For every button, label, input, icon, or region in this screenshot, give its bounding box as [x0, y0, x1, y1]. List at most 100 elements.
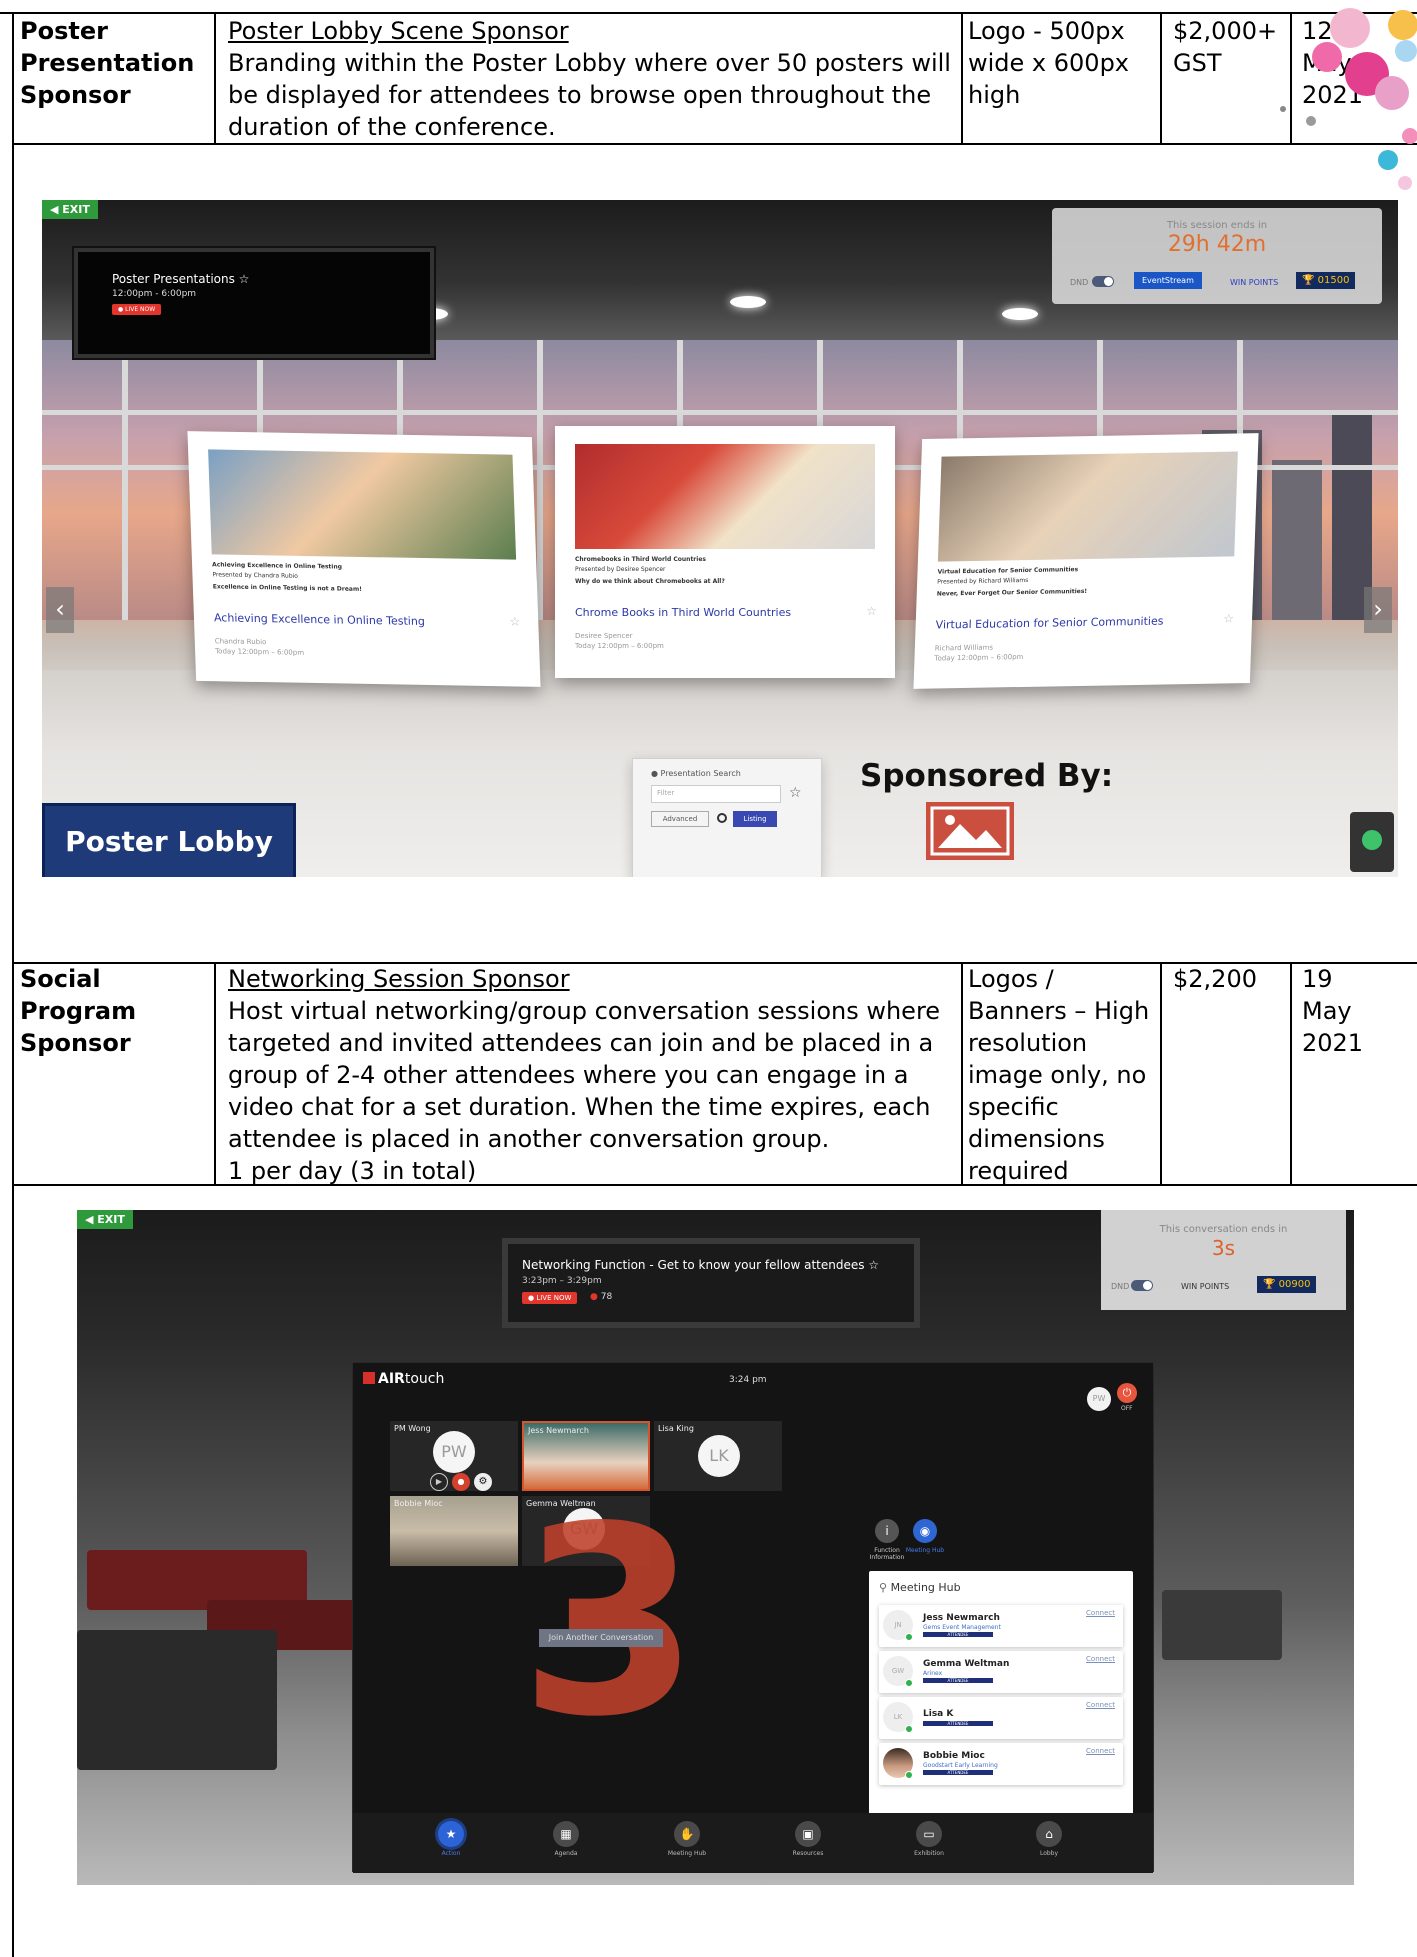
listing-button[interactable]: Listing	[733, 811, 777, 827]
settings-gear-icon[interactable]: ⚙	[474, 1473, 492, 1491]
meeting-hub-tab[interactable]: Meeting Hub	[902, 1547, 948, 1554]
video-tile[interactable]: Bobbie Mioc	[390, 1496, 518, 1566]
favorite-star-icon[interactable]: ☆	[509, 614, 520, 628]
bottom-nav: ★ Action ▦ Agenda ✋ Meeting Hub ▣ Resour…	[353, 1813, 1153, 1873]
row-item-social: Social Program Sponsor	[20, 965, 137, 1057]
win-points-label: WIN POINTS	[1181, 1282, 1230, 1291]
info-icon[interactable]: i	[875, 1519, 899, 1543]
user-avatar[interactable]: PW	[1087, 1387, 1111, 1411]
connect-link[interactable]: Connect	[1086, 1701, 1115, 1709]
power-button[interactable]	[1350, 812, 1394, 872]
favorite-star-icon[interactable]: ☆	[1223, 611, 1234, 625]
person-role-badge: ATTENDEE	[923, 1632, 993, 1637]
favorite-star-icon[interactable]: ☆	[789, 785, 802, 801]
participant-avatar: PW	[433, 1431, 475, 1473]
airtouch-logo: AIRtouch	[363, 1371, 444, 1387]
previous-arrow-icon[interactable]: ‹	[46, 587, 74, 633]
star-icon: ★	[438, 1821, 464, 1847]
camera-icon[interactable]: ▶	[430, 1473, 448, 1491]
microphone-icon[interactable]: ●	[452, 1473, 470, 1491]
person-role-badge: ATTENDEE	[923, 1678, 993, 1683]
advanced-button[interactable]: Advanced	[651, 811, 709, 827]
poster-card[interactable]: Chromebooks in Third World Countries Pre…	[555, 426, 895, 678]
person-name: Bobbie Mioc	[923, 1751, 985, 1761]
dnd-toggle[interactable]	[1092, 276, 1114, 287]
sponsored-by-label: Sponsored By:	[860, 758, 1114, 794]
sofa	[77, 1630, 277, 1770]
online-status-icon	[905, 1771, 913, 1779]
poster-presenter: Presented by Desiree Spencer	[575, 566, 666, 573]
exit-button[interactable]: ◀ EXIT	[42, 200, 98, 219]
poster-presentations-screen[interactable]: Poster Presentations ☆ 12:00pm - 6:00pm …	[74, 248, 434, 358]
presentation-search-kiosk: ● Presentation Search Filter ☆ Advanced …	[632, 758, 822, 877]
poster-title: Chrome Books in Third World Countries	[575, 606, 792, 619]
table-rule	[961, 12, 963, 143]
poster-card[interactable]: Achieving Excellence in Online Testing P…	[187, 431, 541, 687]
row-specs-poster: Logo - 500px wide x 600px high	[968, 17, 1130, 109]
nav-meeting-hub[interactable]: ✋ Meeting Hub	[657, 1821, 717, 1857]
eventstream-button[interactable]: EventStream	[1134, 272, 1202, 289]
people-icon[interactable]: ◉	[913, 1519, 937, 1543]
row-body-poster: Branding within the Poster Lobby where o…	[228, 49, 951, 141]
online-status-icon	[905, 1725, 913, 1733]
join-another-conversation-button[interactable]: Join Another Conversation	[539, 1629, 663, 1647]
screen-time: 3:23pm – 3:29pm	[522, 1276, 602, 1286]
participant-name: Jess Newmarch	[528, 1426, 589, 1435]
row-description-social: Networking Session Sponsor Host virtual …	[228, 963, 956, 1187]
nav-action[interactable]: ★ Action	[421, 1821, 481, 1857]
person-org: Gems Event Management	[923, 1624, 1001, 1631]
nav-resources[interactable]: ▣ Resources	[778, 1821, 838, 1857]
power-icon[interactable]: ⏻	[1117, 1383, 1137, 1403]
filter-input[interactable]: Filter	[651, 785, 781, 803]
poster-lobby-label: Poster Lobby	[42, 803, 296, 877]
session-timer: 29h 42m	[1167, 232, 1267, 257]
networking-function-screen[interactable]: Networking Function - Get to know your f…	[502, 1238, 920, 1328]
connect-link[interactable]: Connect	[1086, 1655, 1115, 1663]
resources-icon: ▣	[795, 1821, 821, 1847]
conversation-timer: 3s	[1211, 1236, 1236, 1260]
person-role-badge: ATTENDEE	[923, 1721, 993, 1726]
nav-lobby[interactable]: ⌂ Lobby	[1019, 1821, 1079, 1857]
connect-link[interactable]: Connect	[1086, 1747, 1115, 1755]
nav-exhibition[interactable]: ▭ Exhibition	[899, 1821, 959, 1857]
poster-line: Never, Ever Forget Our Senior Communitie…	[936, 587, 1088, 598]
screen-title: Poster Presentations ☆	[112, 272, 250, 286]
row-deadline-social: 19 May 2021	[1302, 965, 1364, 1057]
power-icon	[1362, 830, 1382, 850]
screen-title: Networking Function - Get to know your f…	[522, 1258, 880, 1272]
row-note-social: 1 per day (3 in total)	[228, 1157, 477, 1185]
row-description-poster: Poster Lobby Scene Sponsor Branding with…	[228, 15, 956, 143]
participant-name: Lisa King	[658, 1424, 694, 1433]
clock: 3:24 pm	[729, 1375, 767, 1385]
poster-card[interactable]: Virtual Education for Senior Communities…	[913, 433, 1259, 689]
dnd-toggle[interactable]	[1131, 1280, 1153, 1291]
hub-person-card: GW Gemma Weltman Arinex ATTENDEE Connect	[879, 1651, 1123, 1693]
dnd-label: DND	[1111, 1282, 1130, 1291]
hub-person-card: Bobbie Mioc Goodstart Early Learning ATT…	[879, 1743, 1123, 1785]
poster-author: Richard Williams	[934, 643, 994, 653]
poster-small-title: Achieving Excellence in Online Testing	[211, 561, 343, 571]
person-name: Jess Newmarch	[923, 1613, 1000, 1623]
connect-link[interactable]: Connect	[1086, 1609, 1115, 1617]
row-price-poster: $2,000+ GST	[1173, 17, 1278, 77]
handshake-icon: ✋	[674, 1821, 700, 1847]
row-price-social: $2,200	[1173, 965, 1257, 993]
poster-lobby-screenshot: ◀ EXIT Poster Presentations ☆ 12:00pm - …	[42, 200, 1398, 877]
person-name: Gemma Weltman	[923, 1659, 1010, 1669]
toggle-icon[interactable]	[717, 813, 727, 823]
person-icon: ●	[590, 1292, 598, 1302]
person-org: Goodstart Early Learning	[923, 1762, 998, 1769]
nav-agenda[interactable]: ▦ Agenda	[536, 1821, 596, 1857]
person-role-badge: ATTENDEE	[923, 1770, 993, 1775]
poster-photo	[208, 449, 517, 560]
meeting-hub-title: ⚲ Meeting Hub	[879, 1581, 961, 1594]
next-arrow-icon[interactable]: ›	[1364, 587, 1392, 633]
table-rule	[214, 12, 216, 143]
live-badge: ● LIVE NOW	[522, 1292, 578, 1304]
off-label: OFF	[1121, 1405, 1133, 1412]
favorite-star-icon[interactable]: ☆	[866, 604, 877, 618]
video-tile[interactable]: PM Wong PW ▶ ● ⚙	[390, 1421, 518, 1491]
poster-title: Achieving Excellence in Online Testing	[213, 611, 426, 628]
exit-button[interactable]: ◀ EXIT	[77, 1210, 133, 1229]
row-title-social: Networking Session Sponsor	[228, 965, 570, 993]
